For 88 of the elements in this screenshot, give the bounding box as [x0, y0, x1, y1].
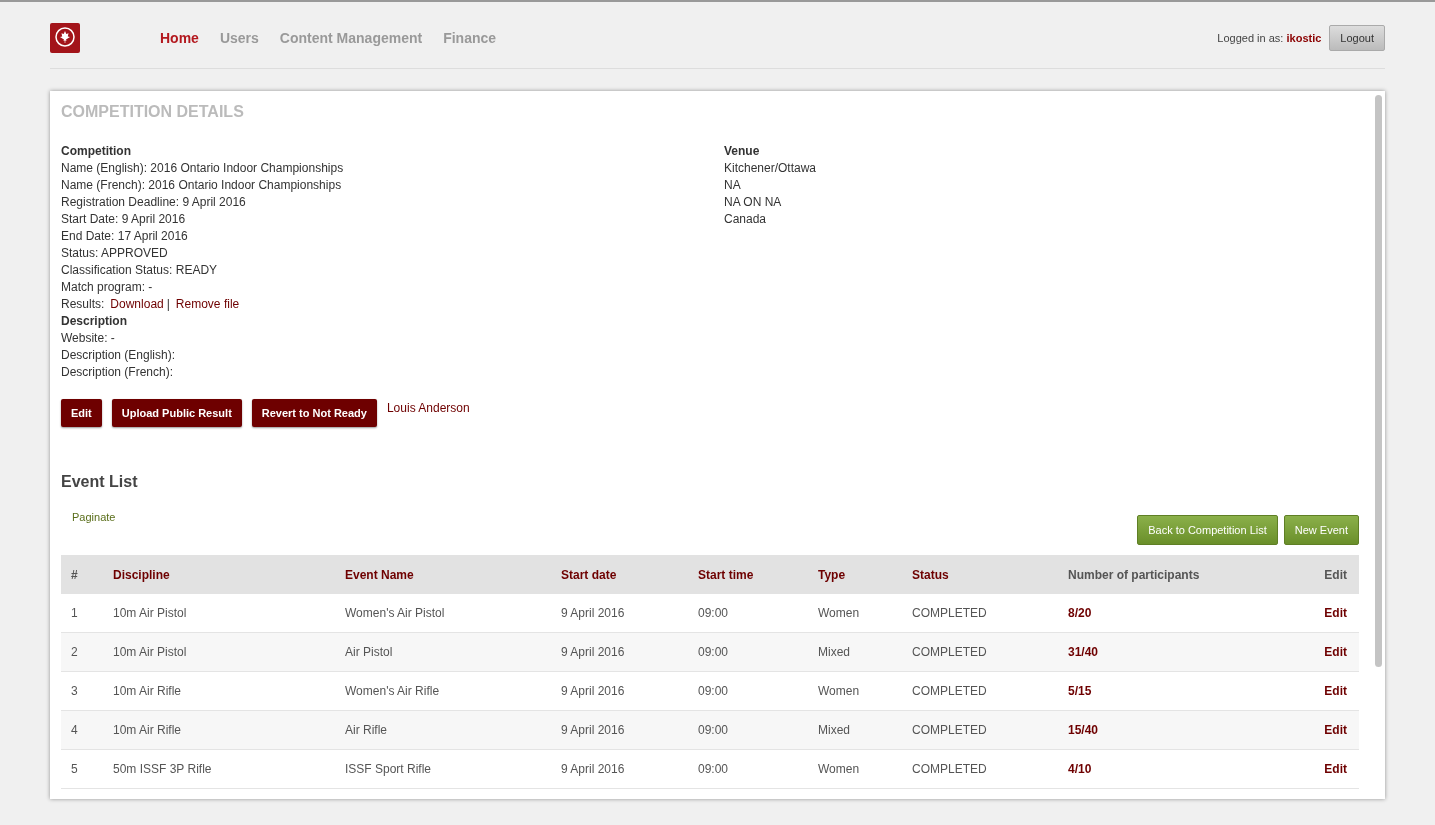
edit-link[interactable]: Edit [1295, 710, 1359, 750]
table-cell: COMPLETED [900, 594, 1056, 633]
table-cell: 4 [61, 710, 101, 750]
file-link[interactable]: Remove file [175, 296, 240, 313]
section-title: Event List [61, 473, 139, 491]
section-heading: Competition [61, 143, 132, 160]
table-cell: 9 April 2016 [549, 749, 686, 789]
table-cell: 1 [61, 594, 101, 633]
table-cell: 5 [61, 749, 101, 789]
action-button[interactable]: Upload Public Result [111, 399, 242, 427]
table-cell: 09:00 [686, 710, 806, 750]
table-cell: COMPLETED [900, 749, 1056, 789]
detail-text: Name (English): 2016 Ontario Indoor Championships [61, 160, 345, 177]
table-cell: Mixed [806, 710, 900, 750]
table-cell: 09:00 [686, 594, 806, 633]
detail-text: Classification Status: READY [61, 262, 219, 279]
participants-count: 5/15 [1056, 671, 1295, 711]
table-cell: COMPLETED [900, 671, 1056, 711]
detail-label: Results: [61, 296, 105, 313]
table-cell: COMPLETED [900, 710, 1056, 750]
nav-link[interactable]: Home [160, 30, 199, 46]
detail-text: Status: APPROVED [61, 245, 169, 262]
link-separator: | [166, 296, 170, 313]
section-heading: Description [61, 313, 128, 330]
table-cell: 9 April 2016 [549, 594, 686, 633]
table-cell: Women's Air Pistol [333, 594, 549, 633]
logout-button[interactable]: Logout [1329, 25, 1385, 51]
detail-text: Start Date: 9 April 2016 [61, 211, 187, 228]
table-cell: 50m ISSF 3P Rifle [101, 749, 333, 789]
edit-link[interactable]: Edit [1295, 594, 1359, 633]
action-button[interactable]: Revert to Not Ready [251, 399, 377, 427]
edit-link[interactable]: Edit [1295, 632, 1359, 672]
detail-text: NA [724, 177, 742, 194]
paginate-link[interactable]: Paginate [72, 511, 116, 523]
owner-name: Louis Anderson [386, 401, 470, 415]
panel-title: COMPETITION DETAILS [61, 103, 245, 121]
participants-count: 4/10 [1056, 749, 1295, 789]
table-cell: 9 April 2016 [549, 671, 686, 711]
table-cell: Women's Air Rifle [333, 671, 549, 711]
detail-text: Description (French): [61, 364, 175, 381]
maple-leaf-logo[interactable] [50, 23, 80, 53]
table-cell: 10m Air Pistol [101, 632, 333, 672]
column-header: # [61, 555, 101, 594]
detail-text: Match program: - [61, 279, 154, 296]
detail-text: NA ON NA [724, 194, 783, 211]
edit-link[interactable]: Edit [1295, 671, 1359, 711]
table-cell: 09:00 [686, 749, 806, 789]
detail-text: Kitchener/Ottawa [724, 160, 818, 177]
table-cell: 9 April 2016 [549, 632, 686, 672]
column-header[interactable]: Type [806, 555, 900, 594]
detail-text: Website: - [61, 330, 116, 347]
detail-text: Description (English): [61, 347, 177, 364]
action-button[interactable]: Edit [61, 399, 102, 427]
column-header: Edit [1295, 555, 1359, 594]
table-cell: 10m Air Pistol [101, 594, 333, 633]
table-cell: Mixed [806, 632, 900, 672]
column-header: Number of participants [1056, 555, 1295, 594]
table-cell: 3 [61, 671, 101, 711]
table-cell: 09:00 [686, 671, 806, 711]
table-cell: 09:00 [686, 632, 806, 672]
table-cell: Women [806, 671, 900, 711]
participants-count: 8/20 [1056, 594, 1295, 633]
column-header[interactable]: Event Name [333, 555, 549, 594]
detail-text: Registration Deadline: 9 April 2016 [61, 194, 247, 211]
participants-count: 15/40 [1056, 710, 1295, 750]
file-link[interactable]: Download [110, 296, 164, 313]
detail-text: Canada [724, 211, 768, 228]
logged-in-text: Logged in as: ikostic [1217, 32, 1322, 44]
column-header[interactable]: Discipline [101, 555, 333, 594]
table-cell: COMPLETED [900, 632, 1056, 672]
detail-text: Name (French): 2016 Ontario Indoor Championships [61, 177, 343, 194]
scrollbar-thumb[interactable] [1374, 95, 1382, 667]
table-cell: Air Rifle [333, 710, 549, 750]
detail-text: End Date: 17 April 2016 [61, 228, 189, 245]
column-header[interactable]: Status [900, 555, 1056, 594]
table-cell: 2 [61, 632, 101, 672]
edit-link[interactable]: Edit [1295, 749, 1359, 789]
column-header[interactable]: Start date [549, 555, 686, 594]
table-cell: Air Pistol [333, 632, 549, 672]
table-cell: Women [806, 594, 900, 633]
table-cell: 10m Air Rifle [101, 671, 333, 711]
section-heading: Venue [724, 143, 761, 160]
table-cell: Women [806, 749, 900, 789]
column-header[interactable]: Start time [686, 555, 806, 594]
participants-count: 31/40 [1056, 632, 1295, 672]
table-cell: ISSF Sport Rifle [333, 749, 549, 789]
table-cell: 10m Air Rifle [101, 710, 333, 750]
table-cell: 9 April 2016 [549, 710, 686, 750]
